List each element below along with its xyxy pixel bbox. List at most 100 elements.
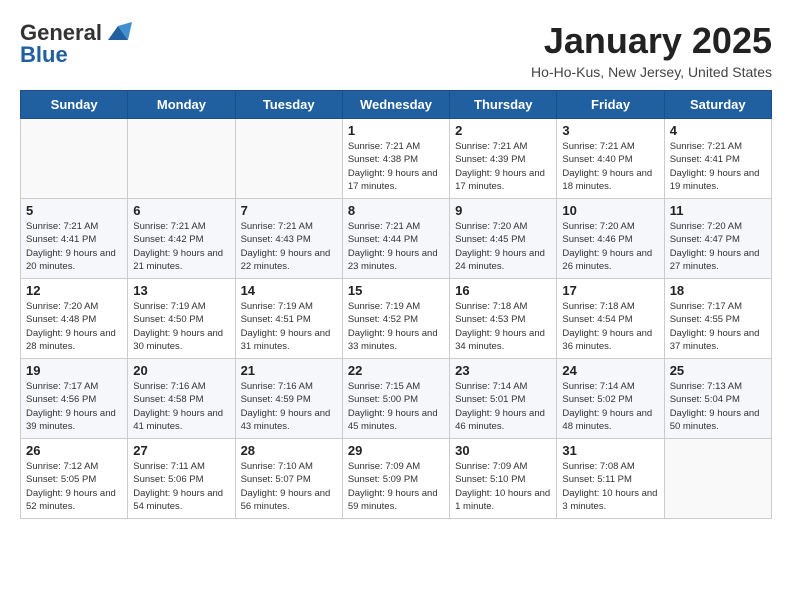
- page: General Blue January 2025 Ho-Ho-Kus, New…: [0, 0, 792, 529]
- day-number: 19: [26, 363, 122, 378]
- day-info: Sunrise: 7:17 AM Sunset: 4:56 PM Dayligh…: [26, 380, 122, 433]
- day-number: 3: [562, 123, 658, 138]
- day-number: 2: [455, 123, 551, 138]
- day-cell: 7 Sunrise: 7:21 AM Sunset: 4:43 PM Daylig…: [235, 199, 342, 279]
- day-number: 8: [348, 203, 444, 218]
- day-cell: 30 Sunrise: 7:09 AM Sunset: 5:10 PM Dayli…: [450, 439, 557, 519]
- day-info: Sunrise: 7:21 AM Sunset: 4:40 PM Dayligh…: [562, 140, 658, 193]
- day-number: 12: [26, 283, 122, 298]
- day-number: 6: [133, 203, 229, 218]
- day-cell: 22Sunrise: 7:15 AM Sunset: 5:00 PM Dayli…: [342, 359, 449, 439]
- logo-blue-text: Blue: [20, 42, 68, 68]
- day-cell: 15Sunrise: 7:19 AM Sunset: 4:52 PM Dayli…: [342, 279, 449, 359]
- day-cell: 24 Sunrise: 7:14 AM Sunset: 5:02 PM Dayli…: [557, 359, 664, 439]
- day-info: Sunrise: 7:09 AM Sunset: 5:10 PM Dayligh…: [455, 460, 551, 513]
- header-row: SundayMondayTuesdayWednesdayThursdayFrid…: [21, 91, 772, 119]
- day-info: Sunrise: 7:21 AM Sunset: 4:38 PM Dayligh…: [348, 140, 444, 193]
- day-cell: 11 Sunrise: 7:20 AM Sunset: 4:47 PM Dayli…: [664, 199, 771, 279]
- day-number: 7: [241, 203, 337, 218]
- day-number: 29: [348, 443, 444, 458]
- day-info: Sunrise: 7:20 AM Sunset: 4:45 PM Dayligh…: [455, 220, 551, 273]
- day-info: Sunrise: 7:18 AM Sunset: 4:53 PM Dayligh…: [455, 300, 551, 353]
- day-cell: 10 Sunrise: 7:20 AM Sunset: 4:46 PM Dayli…: [557, 199, 664, 279]
- day-cell: [235, 119, 342, 199]
- column-header-thursday: Thursday: [450, 91, 557, 119]
- day-number: 21: [241, 363, 337, 378]
- day-cell: 2 Sunrise: 7:21 AM Sunset: 4:39 PM Daylig…: [450, 119, 557, 199]
- logo: General Blue: [20, 20, 132, 68]
- day-number: 27: [133, 443, 229, 458]
- day-cell: 1 Sunrise: 7:21 AM Sunset: 4:38 PM Daylig…: [342, 119, 449, 199]
- day-info: Sunrise: 7:19 AM Sunset: 4:50 PM Dayligh…: [133, 300, 229, 353]
- logo-icon: [104, 22, 132, 44]
- day-info: Sunrise: 7:21 AM Sunset: 4:41 PM Dayligh…: [670, 140, 766, 193]
- day-info: Sunrise: 7:13 AM Sunset: 5:04 PM Dayligh…: [670, 380, 766, 433]
- day-cell: 16 Sunrise: 7:18 AM Sunset: 4:53 PM Dayli…: [450, 279, 557, 359]
- day-cell: 28 Sunrise: 7:10 AM Sunset: 5:07 PM Dayli…: [235, 439, 342, 519]
- day-number: 13: [133, 283, 229, 298]
- day-cell: 12 Sunrise: 7:20 AM Sunset: 4:48 PM Dayli…: [21, 279, 128, 359]
- day-number: 22: [348, 363, 444, 378]
- column-header-friday: Friday: [557, 91, 664, 119]
- day-cell: 8 Sunrise: 7:21 AM Sunset: 4:44 PM Daylig…: [342, 199, 449, 279]
- calendar: SundayMondayTuesdayWednesdayThursdayFrid…: [20, 90, 772, 519]
- column-header-wednesday: Wednesday: [342, 91, 449, 119]
- day-info: Sunrise: 7:21 AM Sunset: 4:42 PM Dayligh…: [133, 220, 229, 273]
- day-info: Sunrise: 7:16 AM Sunset: 4:59 PM Dayligh…: [241, 380, 337, 433]
- day-cell: 26Sunrise: 7:12 AM Sunset: 5:05 PM Dayli…: [21, 439, 128, 519]
- day-info: Sunrise: 7:11 AM Sunset: 5:06 PM Dayligh…: [133, 460, 229, 513]
- day-info: Sunrise: 7:12 AM Sunset: 5:05 PM Dayligh…: [26, 460, 122, 513]
- day-number: 28: [241, 443, 337, 458]
- day-number: 17: [562, 283, 658, 298]
- day-cell: [21, 119, 128, 199]
- day-number: 4: [670, 123, 766, 138]
- month-title: January 2025: [531, 20, 772, 62]
- day-info: Sunrise: 7:16 AM Sunset: 4:58 PM Dayligh…: [133, 380, 229, 433]
- day-cell: 13 Sunrise: 7:19 AM Sunset: 4:50 PM Dayli…: [128, 279, 235, 359]
- day-info: Sunrise: 7:21 AM Sunset: 4:39 PM Dayligh…: [455, 140, 551, 193]
- day-info: Sunrise: 7:09 AM Sunset: 5:09 PM Dayligh…: [348, 460, 444, 513]
- day-number: 16: [455, 283, 551, 298]
- day-cell: 29 Sunrise: 7:09 AM Sunset: 5:09 PM Dayli…: [342, 439, 449, 519]
- day-cell: 3 Sunrise: 7:21 AM Sunset: 4:40 PM Daylig…: [557, 119, 664, 199]
- day-number: 5: [26, 203, 122, 218]
- day-info: Sunrise: 7:21 AM Sunset: 4:44 PM Dayligh…: [348, 220, 444, 273]
- week-row-4: 19 Sunrise: 7:17 AM Sunset: 4:56 PM Dayli…: [21, 359, 772, 439]
- day-cell: 4 Sunrise: 7:21 AM Sunset: 4:41 PM Daylig…: [664, 119, 771, 199]
- day-number: 30: [455, 443, 551, 458]
- day-info: Sunrise: 7:08 AM Sunset: 5:11 PM Dayligh…: [562, 460, 658, 513]
- day-cell: 19 Sunrise: 7:17 AM Sunset: 4:56 PM Dayli…: [21, 359, 128, 439]
- day-number: 15: [348, 283, 444, 298]
- day-info: Sunrise: 7:14 AM Sunset: 5:01 PM Dayligh…: [455, 380, 551, 433]
- day-cell: 17 Sunrise: 7:18 AM Sunset: 4:54 PM Dayli…: [557, 279, 664, 359]
- day-number: 11: [670, 203, 766, 218]
- day-cell: [664, 439, 771, 519]
- day-number: 10: [562, 203, 658, 218]
- day-cell: 14 Sunrise: 7:19 AM Sunset: 4:51 PM Dayli…: [235, 279, 342, 359]
- column-header-saturday: Saturday: [664, 91, 771, 119]
- day-cell: [128, 119, 235, 199]
- day-number: 9: [455, 203, 551, 218]
- day-cell: 27 Sunrise: 7:11 AM Sunset: 5:06 PM Dayli…: [128, 439, 235, 519]
- day-number: 24: [562, 363, 658, 378]
- day-cell: 23 Sunrise: 7:14 AM Sunset: 5:01 PM Dayli…: [450, 359, 557, 439]
- day-info: Sunrise: 7:20 AM Sunset: 4:47 PM Dayligh…: [670, 220, 766, 273]
- day-info: Sunrise: 7:20 AM Sunset: 4:46 PM Dayligh…: [562, 220, 658, 273]
- location: Ho-Ho-Kus, New Jersey, United States: [531, 64, 772, 80]
- day-info: Sunrise: 7:21 AM Sunset: 4:43 PM Dayligh…: [241, 220, 337, 273]
- day-number: 23: [455, 363, 551, 378]
- day-info: Sunrise: 7:19 AM Sunset: 4:51 PM Dayligh…: [241, 300, 337, 353]
- day-info: Sunrise: 7:18 AM Sunset: 4:54 PM Dayligh…: [562, 300, 658, 353]
- column-header-sunday: Sunday: [21, 91, 128, 119]
- day-number: 1: [348, 123, 444, 138]
- day-number: 18: [670, 283, 766, 298]
- header: General Blue January 2025 Ho-Ho-Kus, New…: [20, 20, 772, 80]
- title-section: January 2025 Ho-Ho-Kus, New Jersey, Unit…: [531, 20, 772, 80]
- day-cell: 21 Sunrise: 7:16 AM Sunset: 4:59 PM Dayli…: [235, 359, 342, 439]
- week-row-2: 5Sunrise: 7:21 AM Sunset: 4:41 PM Daylig…: [21, 199, 772, 279]
- day-cell: 6 Sunrise: 7:21 AM Sunset: 4:42 PM Daylig…: [128, 199, 235, 279]
- day-info: Sunrise: 7:20 AM Sunset: 4:48 PM Dayligh…: [26, 300, 122, 353]
- day-info: Sunrise: 7:14 AM Sunset: 5:02 PM Dayligh…: [562, 380, 658, 433]
- day-number: 14: [241, 283, 337, 298]
- day-info: Sunrise: 7:10 AM Sunset: 5:07 PM Dayligh…: [241, 460, 337, 513]
